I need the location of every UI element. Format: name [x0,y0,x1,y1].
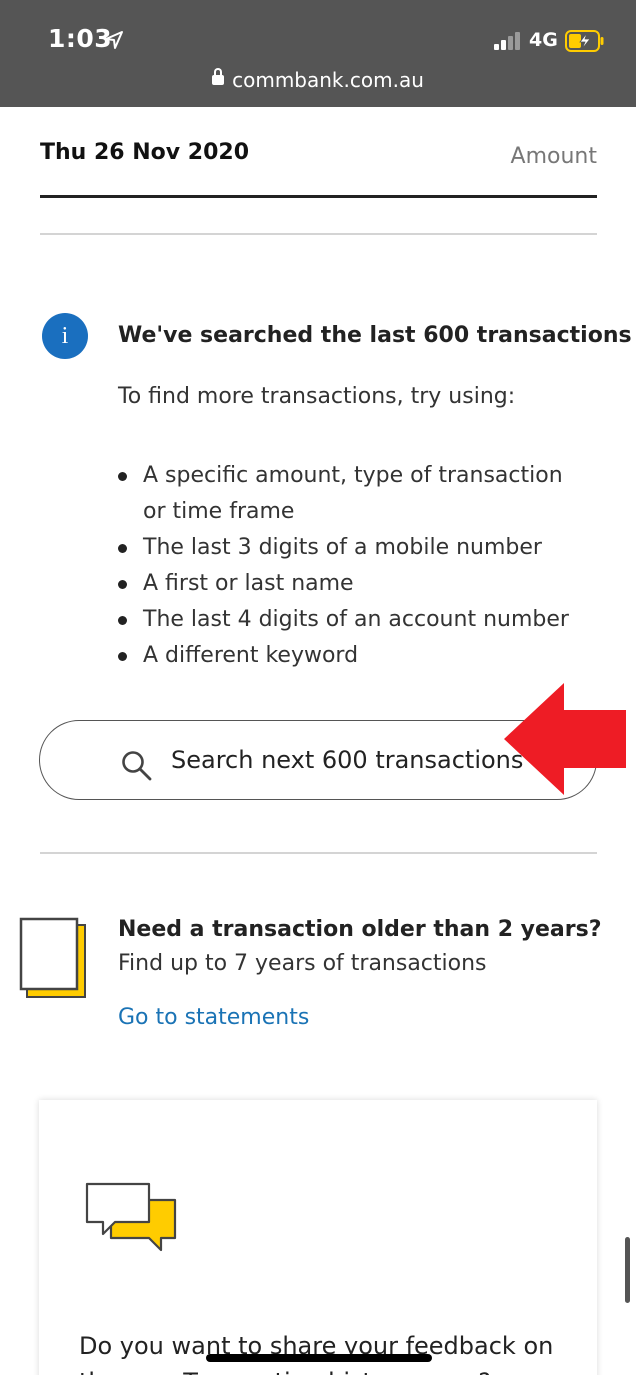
lock-icon [212,67,225,85]
section-divider [40,852,597,854]
signal-icon [494,32,522,50]
feedback-prompt: Do you want to share your feedback on th… [79,1332,554,1375]
date-label: Thu 26 Nov 2020 [40,140,250,165]
feedback-card: Do you want to share your feedback on th… [39,1100,597,1375]
list-item: A specific amount, type of transaction o… [118,458,588,530]
header-divider [40,195,597,198]
network-type: 4G [529,29,558,51]
bullet-icon [118,616,127,625]
search-icon [122,751,152,781]
search-button-label: Search next 600 transactions [171,746,524,774]
go-to-statements-link[interactable]: Go to statements [118,1005,309,1030]
info-icon: i [42,313,88,359]
status-bar: 1:03 4G commbank.com.au [0,0,636,107]
section-divider [40,233,597,235]
location-arrow-icon [105,31,123,49]
amount-column-label: Amount [510,144,597,169]
bullet-icon [118,580,127,589]
tips-list: A specific amount, type of transaction o… [118,458,588,674]
list-item: A different keyword [118,638,588,674]
home-indicator[interactable] [206,1354,432,1362]
chat-bubbles-icon [85,1182,177,1252]
bullet-icon [118,472,127,481]
document-stack-icon [19,917,86,998]
notice-subtitle: To find more transactions, try using: [118,384,516,409]
older-transactions-subtitle: Find up to 7 years of transactions [118,951,487,976]
url-text: commbank.com.au [232,68,424,92]
older-transactions-title: Need a transaction older than 2 years? [118,917,602,942]
bullet-icon [118,652,127,661]
notice-title: We've searched the last 600 transactions [118,323,632,348]
list-item: The last 4 digits of an account number [118,602,588,638]
list-item: The last 3 digits of a mobile number [118,530,588,566]
clock-time: 1:03 [48,24,113,53]
bullet-icon [118,544,127,553]
list-item: A first or last name [118,566,588,602]
scrollbar[interactable] [625,1237,630,1303]
battery-charging-icon [565,30,604,52]
red-annotation-arrow-icon [504,683,626,795]
url-bar[interactable]: commbank.com.au [0,67,636,92]
